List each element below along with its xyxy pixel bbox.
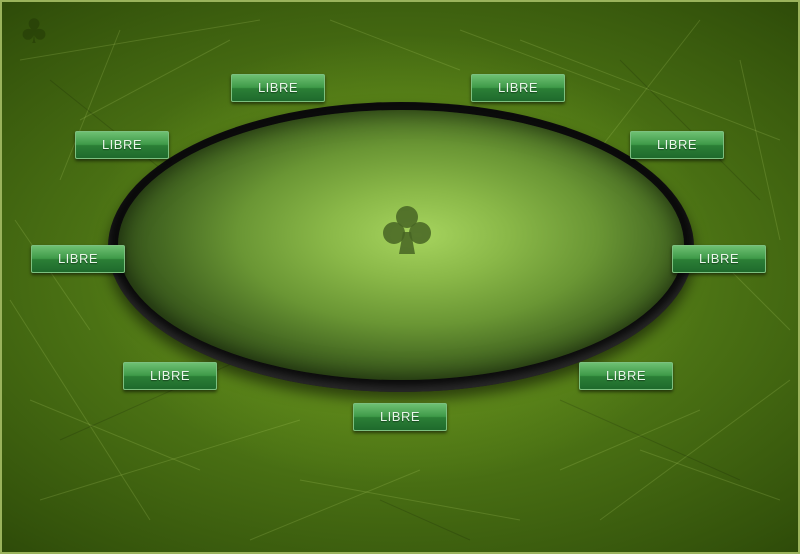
- seat-1-button[interactable]: LIBRE: [231, 74, 325, 102]
- corner-club-icon: ♣: [18, 12, 50, 52]
- seat-3-button[interactable]: LIBRE: [75, 131, 169, 159]
- seat-4-button[interactable]: LIBRE: [630, 131, 724, 159]
- seat-5-button[interactable]: LIBRE: [31, 245, 125, 273]
- seat-7-button[interactable]: LIBRE: [123, 362, 217, 390]
- seat-9-button[interactable]: LIBRE: [353, 403, 447, 431]
- seat-2-button[interactable]: LIBRE: [471, 74, 565, 102]
- poker-lobby-table-view: ♣ LIBRE LIBRE LIBRE LIBRE LIBRE LIBRE LI…: [0, 0, 800, 554]
- seat-8-button[interactable]: LIBRE: [579, 362, 673, 390]
- seat-6-button[interactable]: LIBRE: [672, 245, 766, 273]
- club-icon: [383, 206, 431, 254]
